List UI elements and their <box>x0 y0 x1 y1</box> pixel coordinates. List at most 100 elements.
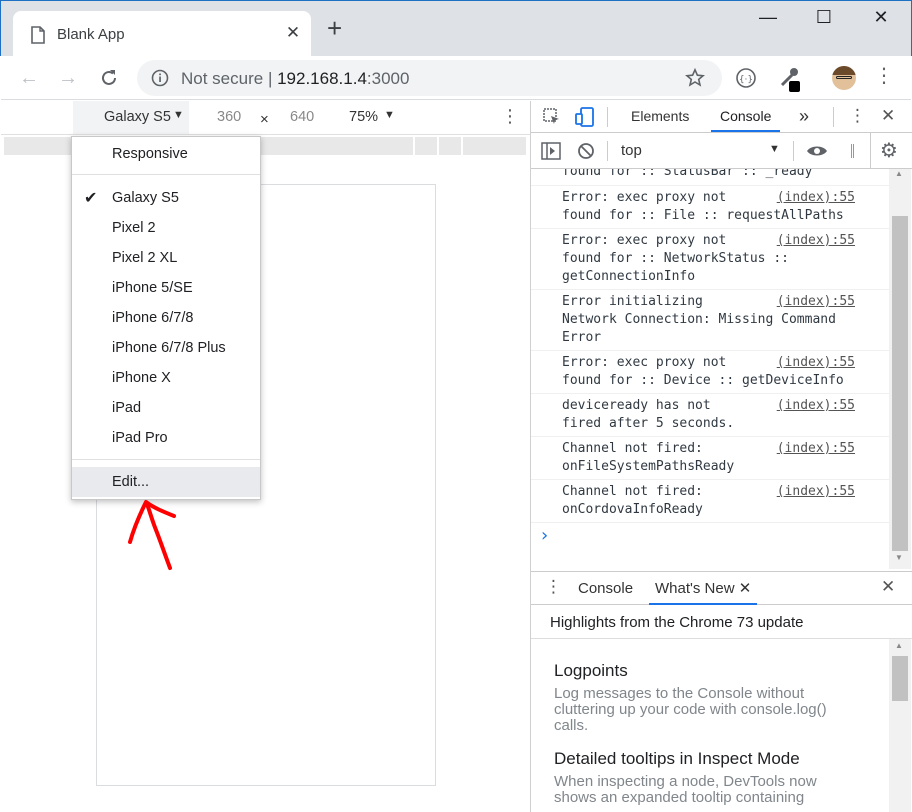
console-settings-gear-icon[interactable]: ⚙ <box>880 138 898 163</box>
tab-close-button[interactable]: ✕ <box>283 23 303 43</box>
log-source-link[interactable]: (index):55 <box>777 189 855 207</box>
menu-item-iphone-6-7-8[interactable]: iPhone 6/7/8 <box>72 303 260 333</box>
device-select[interactable]: Galaxy S5 <box>104 109 171 125</box>
console-toolbar: top ▼ ⚙ <box>531 133 912 169</box>
media-query-divider <box>437 137 439 155</box>
toolbar-divider <box>793 141 794 161</box>
devtools-close-icon[interactable]: ✕ <box>881 106 895 126</box>
devtools-menu-icon[interactable]: ⋮ <box>849 106 866 126</box>
page-icon <box>31 26 45 44</box>
url-separator: | <box>267 69 273 88</box>
drawer-tabbar: ⋮ Console What's New ✕ ✕ <box>531 571 912 605</box>
sidebar-toggle-icon[interactable] <box>541 142 561 160</box>
back-button[interactable]: ← <box>15 64 43 92</box>
info-icon[interactable] <box>151 69 169 87</box>
toolbar-divider <box>833 107 834 127</box>
menu-item-galaxy-s5[interactable]: Galaxy S5 <box>72 183 260 213</box>
menu-item-iphone-6-7-8-plus[interactable]: iPhone 6/7/8 Plus <box>72 333 260 363</box>
log-entry: Error: exec proxy not found for :: Devic… <box>531 351 889 394</box>
menu-item-responsive[interactable]: Responsive <box>72 139 260 169</box>
clear-console-icon[interactable] <box>577 142 595 160</box>
scroll-up-arrow-icon[interactable]: ▲ <box>895 169 903 178</box>
feature-title[interactable]: Logpoints <box>554 661 628 681</box>
menu-item-iphone-x[interactable]: iPhone X <box>72 363 260 393</box>
menu-item-pixel-2-xl[interactable]: Pixel 2 XL <box>72 243 260 273</box>
menu-item-iphone-5-se[interactable]: iPhone 5/SE <box>72 273 260 303</box>
log-entry: Channel not fired: onFileSystemPathsRead… <box>531 437 889 480</box>
more-tabs-icon[interactable]: » <box>799 101 809 132</box>
zoom-select[interactable]: 75% <box>349 109 378 125</box>
scroll-up-arrow-icon[interactable]: ▲ <box>895 641 903 650</box>
minimize-button[interactable]: — <box>745 7 791 35</box>
device-menu: Responsive ✔ Galaxy S5 Pixel 2 Pixel 2 X… <box>71 136 261 500</box>
console-prompt[interactable]: › <box>531 523 889 546</box>
device-select-arrow-icon[interactable]: ▼ <box>173 109 184 121</box>
media-query-divider <box>461 137 463 155</box>
close-window-button[interactable]: ✕ <box>858 7 904 35</box>
toolbar-divider <box>607 141 608 161</box>
drawer-tab-whats-new[interactable]: What's New ✕ <box>649 572 758 605</box>
log-source-link[interactable]: (index):55 <box>777 440 855 458</box>
devtools-panel: Elements Console » ⋮ ✕ top ▼ ⚙ found for… <box>530 101 912 812</box>
annotation-arrow-icon <box>128 500 176 570</box>
title-bar: Blank App ✕ + — ☐ ✕ <box>0 0 912 57</box>
menu-item-ipad[interactable]: iPad <box>72 393 260 423</box>
log-source-link[interactable]: (index):55 <box>777 293 855 311</box>
menu-item-pixel-2[interactable]: Pixel 2 <box>72 213 260 243</box>
address-bar[interactable]: Not secure | 192.168.1.4:3000 <box>137 60 722 96</box>
tab-title: Blank App <box>57 26 125 43</box>
new-tab-button[interactable]: + <box>327 15 342 41</box>
device-toolbar: Galaxy S5 ▼ 360 × 640 75% ▼ ⋮ <box>1 101 530 135</box>
log-source-link[interactable]: (index):55 <box>777 483 855 501</box>
device-toggle-icon[interactable] <box>575 107 595 127</box>
menu-separator <box>72 174 260 175</box>
browser-tab[interactable]: Blank App ✕ <box>13 11 311 57</box>
toolbar-divider <box>607 107 608 127</box>
console-scrollbar-thumb[interactable] <box>892 216 908 551</box>
svg-text:{·}: {·} <box>739 75 753 85</box>
menu-separator <box>72 459 260 460</box>
profile-avatar[interactable] <box>832 66 856 90</box>
whats-new-close-icon[interactable]: ✕ <box>739 580 752 597</box>
device-toolbar-more-icon[interactable]: ⋮ <box>501 106 519 127</box>
browser-menu-icon[interactable]: ⋮ <box>874 66 894 86</box>
browser-toolbar: ← → Not secure | 192.168.1.4:3000 {·} ⋮ <box>1 56 911 100</box>
log-entry: found for :: StatusBar :: _ready <box>531 169 889 186</box>
eyedropper-extension-icon[interactable] <box>777 65 803 93</box>
context-arrow-icon[interactable]: ▼ <box>769 143 780 155</box>
feature-description: When inspecting a node, DevTools now sho… <box>554 773 817 806</box>
maximize-button[interactable]: ☐ <box>801 7 847 35</box>
reload-icon[interactable] <box>99 68 119 88</box>
bookmark-star-icon[interactable] <box>685 68 705 88</box>
height-field[interactable]: 640 <box>290 109 314 125</box>
filter-input[interactable] <box>851 144 854 158</box>
whats-new-header: Highlights from the Chrome 73 update <box>531 605 912 639</box>
menu-item-ipad-pro[interactable]: iPad Pro <box>72 423 260 453</box>
forward-button[interactable]: → <box>54 64 82 92</box>
live-expression-eye-icon[interactable] <box>806 143 828 159</box>
feature-title[interactable]: Detailed tooltips in Inspect Mode <box>554 749 800 769</box>
log-source-link[interactable]: (index):55 <box>777 354 855 372</box>
log-source-link[interactable]: (index):55 <box>777 397 855 415</box>
drawer-close-icon[interactable]: ✕ <box>881 577 895 597</box>
log-entry: Error: exec proxy not found for :: File … <box>531 186 889 229</box>
context-select[interactable]: top <box>621 142 642 159</box>
drawer-tab-console[interactable]: Console <box>578 572 633 605</box>
url-text: Not secure | 192.168.1.4:3000 <box>181 69 409 89</box>
not-secure-label: Not secure <box>181 69 264 88</box>
drawer-menu-icon[interactable]: ⋮ <box>545 577 562 597</box>
tab-elements[interactable]: Elements <box>631 101 689 132</box>
extension-icon[interactable]: {·} <box>734 66 758 90</box>
width-field[interactable]: 360 <box>217 109 241 125</box>
log-entry: deviceready has not fired after 5 second… <box>531 394 889 437</box>
times-sign: × <box>260 111 269 128</box>
whats-new-scrollbar-thumb[interactable] <box>892 656 908 701</box>
whats-new-content: Logpoints Log messages to the Console wi… <box>531 639 889 812</box>
log-entry: Channel not fired: onCordovaInfoReady (in… <box>531 480 889 523</box>
inspect-element-icon[interactable] <box>543 108 561 126</box>
tab-console[interactable]: Console <box>711 101 781 132</box>
zoom-arrow-icon[interactable]: ▼ <box>384 109 395 121</box>
feature-description: Log messages to the Console without clut… <box>554 685 827 734</box>
scroll-down-arrow-icon[interactable]: ▼ <box>895 553 903 562</box>
log-source-link[interactable]: (index):55 <box>777 232 855 250</box>
